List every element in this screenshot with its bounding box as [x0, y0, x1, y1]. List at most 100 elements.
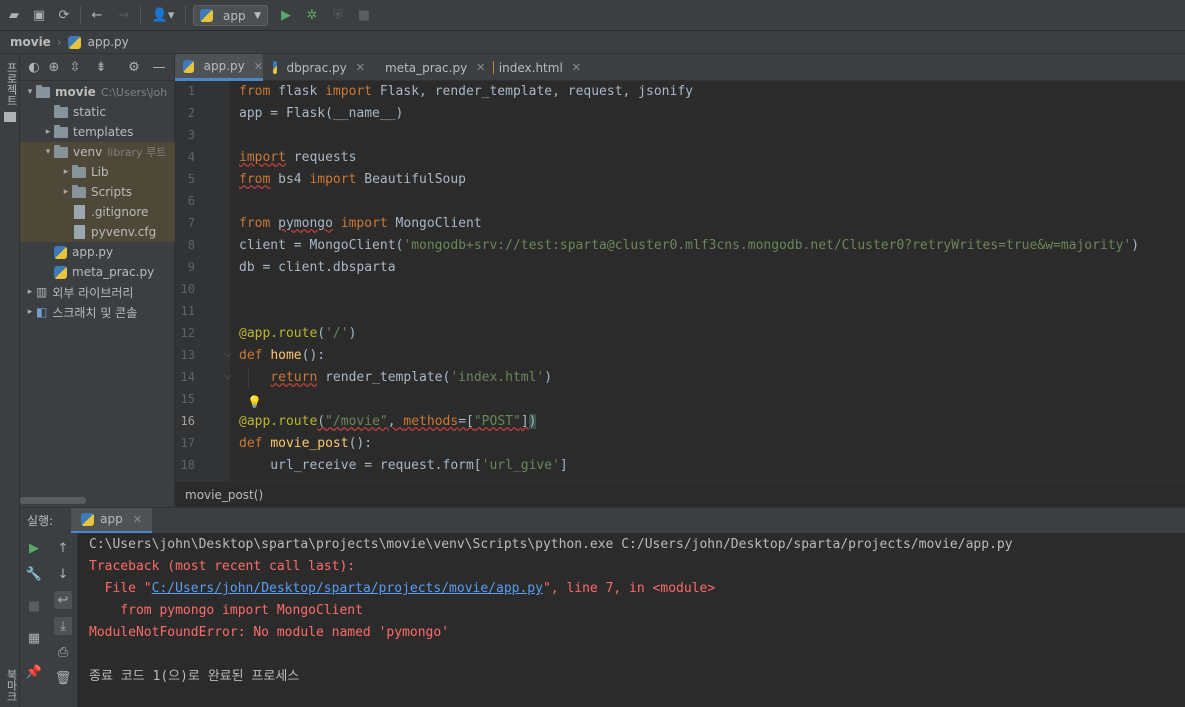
editor-breadcrumb: movie_post() [175, 481, 1185, 507]
lightbulb-icon[interactable]: 💡 [247, 395, 262, 409]
expand-all-icon[interactable]: ⇳ [67, 59, 83, 75]
pin-icon[interactable]: 📌 [25, 663, 43, 681]
code-token: flask [270, 84, 326, 99]
code-line: url_receive = request.form['url_give'] [239, 455, 567, 477]
scroll-to-end-icon[interactable]: ⤓ [54, 617, 72, 635]
code-token: home [270, 348, 302, 363]
gear-icon[interactable]: ⚙ [126, 59, 142, 75]
code-token: import [340, 216, 388, 231]
toolbar-divider [80, 6, 81, 24]
tree-item[interactable]: ▸ Scripts [20, 182, 175, 202]
editor-tab-bar: app.py ✕ dbprac.py ✕ meta_prac.py ✕ index.html… [175, 54, 1185, 81]
chevron-right-icon[interactable]: ▸ [24, 307, 36, 317]
back-icon[interactable]: ← [87, 5, 107, 25]
code-token: movie_post [270, 436, 349, 451]
tree-item[interactable]: pyvenv.cfg [20, 222, 175, 242]
fold-marker-icon[interactable]: ⌵ [224, 349, 232, 360]
stop-icon[interactable]: ■ [354, 5, 374, 25]
line-number: 18 [180, 458, 195, 472]
editor-tab-label: app.py [203, 59, 245, 73]
editor-tab[interactable]: dbprac.py ✕ [265, 54, 365, 81]
close-icon[interactable]: ✕ [133, 513, 142, 526]
code-editor[interactable]: from flask import Flask, render_template… [230, 81, 1185, 481]
stop-icon[interactable]: ■ [25, 597, 43, 615]
line-number: 13 [180, 348, 195, 362]
code-line: db = client.dbsparta [239, 257, 396, 279]
breadcrumb-project[interactable]: movie [10, 35, 51, 49]
editor-tab[interactable]: index.html ✕ [485, 54, 581, 81]
tree-item-label: venv [73, 145, 103, 159]
coverage-icon[interactable]: ⛨ [328, 5, 348, 25]
fold-marker-icon[interactable]: ⌵ [224, 371, 232, 382]
debug-icon[interactable]: ✲ [302, 5, 322, 25]
tree-item[interactable]: ▾ movie C:\Users\joh [20, 82, 175, 102]
print-icon[interactable]: ⎙ [54, 643, 72, 661]
tree-item[interactable]: .gitignore [20, 202, 175, 222]
soft-wrap-icon[interactable]: ↩ [54, 591, 72, 609]
code-line: client = MongoClient('mongodb+srv://test… [239, 235, 1139, 257]
horizontal-scrollbar[interactable] [20, 497, 86, 504]
console-file-link[interactable]: C:/Users/john/Desktop/sparta/projects/mo… [152, 581, 543, 596]
user-icon[interactable]: 👤▾ [148, 5, 178, 25]
text-file-icon [74, 205, 85, 219]
forward-icon[interactable]: → [114, 5, 134, 25]
sync-icon[interactable]: ⟳ [54, 5, 74, 25]
chevron-right-icon[interactable]: ▸ [60, 187, 72, 197]
run-icon[interactable]: ▶ [276, 5, 296, 25]
tree-item[interactable]: ▸ templates [20, 122, 175, 142]
tree-item[interactable]: ▾ venv library 루트 [20, 142, 175, 162]
line-number: 14 [180, 370, 195, 384]
console-text: File " [89, 581, 152, 596]
close-icon[interactable]: ✕ [356, 61, 365, 74]
code-token: return [270, 370, 318, 385]
chevron-down-icon[interactable]: ▾ [24, 87, 36, 97]
tree-item[interactable]: meta_prac.py [20, 262, 175, 282]
editor-tab[interactable]: meta_prac.py ✕ [367, 54, 485, 81]
python-icon [81, 512, 95, 526]
tree-item[interactable]: ▸ ▥ 외부 라이브러리 [20, 282, 175, 302]
close-icon[interactable]: ✕ [254, 60, 263, 73]
tree-item[interactable]: ▸ ◧ 스크래치 및 콘솔 [20, 302, 175, 322]
bookmarks-tool-button[interactable]: 북마크 [3, 669, 19, 702]
folder-icon [72, 164, 86, 178]
chevron-right-icon[interactable]: ▸ [42, 127, 54, 137]
down-arrow-icon[interactable]: ↓ [54, 565, 72, 583]
tree-item[interactable]: static [20, 102, 175, 122]
open-folder-icon[interactable]: ▰ [4, 5, 24, 25]
run-console-output[interactable]: C:\Users\john\Desktop\sparta\projects\mo… [78, 533, 1185, 707]
code-token: db = client.dbsparta [239, 260, 396, 275]
html-file-icon [493, 61, 494, 74]
chevron-right-icon[interactable]: ▸ [24, 287, 36, 297]
locate-icon[interactable]: ⊕ [46, 59, 62, 75]
project-tool-button[interactable]: 프로젝트 [3, 62, 19, 106]
hide-icon[interactable]: — [151, 59, 167, 75]
trash-icon[interactable]: 🗑 [54, 669, 72, 687]
close-icon[interactable]: ✕ [572, 61, 581, 74]
line-number: 10 [180, 282, 195, 296]
save-icon[interactable]: ▣ [29, 5, 49, 25]
layout-icon[interactable]: ▦ [25, 629, 43, 647]
breadcrumb-file[interactable]: app.py [88, 35, 129, 49]
console-line: File "C:/Users/john/Desktop/sparta/proje… [89, 578, 716, 600]
collapse-all-icon[interactable]: ⇟ [93, 59, 109, 75]
up-arrow-icon[interactable]: ↑ [54, 539, 72, 557]
rerun-icon[interactable]: ▶ [25, 539, 43, 557]
tree-item[interactable]: app.py [20, 242, 175, 262]
editor-breadcrumb-function[interactable]: movie_post() [185, 488, 263, 502]
code-token: (): [301, 348, 326, 363]
folder-icon [72, 184, 86, 198]
line-number: 1 [187, 84, 195, 98]
code-line: return render_template('index.html') [239, 367, 552, 389]
wrench-icon[interactable]: 🔧 [25, 565, 43, 583]
chevron-down-icon[interactable]: ▾ [42, 147, 54, 157]
tree-item[interactable]: ▸ Lib [20, 162, 175, 182]
editor-tab[interactable]: app.py ✕ [175, 54, 263, 81]
run-config-dropdown[interactable]: app ▼ [193, 5, 268, 26]
code-line: from bs4 import BeautifulSoup [239, 169, 466, 191]
chevron-right-icon[interactable]: ▸ [60, 167, 72, 177]
scope-icon[interactable]: ◐ [26, 59, 42, 75]
run-tab-app[interactable]: app ✕ [71, 507, 152, 534]
close-icon[interactable]: ✕ [476, 61, 485, 74]
chevron-down-icon: ▼ [254, 10, 261, 21]
